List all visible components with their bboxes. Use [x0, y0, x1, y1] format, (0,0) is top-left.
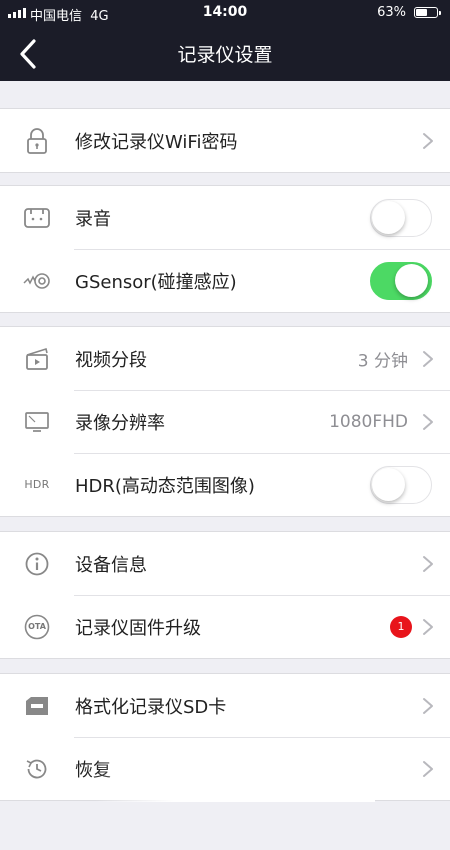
settings-row[interactable]: OTA 记录仪固件升级 1: [0, 595, 450, 658]
settings-row-label: 记录仪固件升级: [75, 617, 201, 639]
clapperboard-icon: [22, 344, 52, 374]
page-title: 记录仪设置: [177, 44, 273, 66]
settings-row-label: HDR(高动态范围图像): [75, 475, 255, 497]
fade-overlay: [95, 742, 375, 802]
hdr-icon: HDR: [22, 470, 52, 500]
chevron-right-icon: [422, 132, 434, 150]
settings-row[interactable]: 录像分辨率 1080FHD: [0, 390, 450, 453]
settings-group: 修改记录仪WiFi密码: [0, 108, 450, 173]
chevron-right-icon: [422, 413, 434, 431]
settings-row[interactable]: 视频分段 3 分钟: [0, 327, 450, 390]
monitor-icon: [22, 407, 52, 437]
battery-fill: [416, 9, 427, 16]
settings-row[interactable]: 设备信息: [0, 532, 450, 595]
status-bar: 中国电信 4G 14:00 63%: [0, 0, 450, 26]
ota-icon-text: OTA: [28, 622, 46, 631]
chevron-right-icon: [422, 555, 434, 573]
lock-icon: [22, 126, 52, 156]
info-icon: [22, 549, 52, 579]
settings-group: 设备信息 OTA 记录仪固件升级 1: [0, 531, 450, 659]
toggle-knob: [372, 467, 405, 501]
toggle-knob: [372, 200, 405, 234]
chevron-right-icon: [422, 697, 434, 715]
toggle-switch[interactable]: [370, 261, 432, 300]
toggle-switch[interactable]: [370, 465, 432, 504]
battery-percent: 63%: [377, 5, 406, 20]
settings-row-label: 视频分段: [75, 349, 147, 371]
update-badge: 1: [390, 615, 412, 638]
settings-row-label: 格式化记录仪SD卡: [75, 696, 227, 718]
settings-row[interactable]: 修改记录仪WiFi密码: [0, 109, 450, 172]
toggle-knob: [395, 263, 428, 297]
settings-row: GSensor(碰撞感应): [0, 249, 450, 312]
settings-row-value: 3 分钟: [357, 351, 408, 371]
gsensor-icon: [22, 266, 52, 296]
settings-row-label: GSensor(碰撞感应): [75, 271, 237, 293]
chevron-right-icon: [422, 618, 434, 636]
toggle-switch[interactable]: [370, 198, 432, 237]
history-icon: [22, 754, 52, 784]
settings-row-label: 录音: [75, 208, 111, 230]
header-bar: 中国电信 4G 14:00 63% 记录仪设置: [0, 0, 450, 81]
chevron-right-icon: [422, 350, 434, 368]
ota-icon: OTA: [22, 612, 52, 642]
settings-row-value: 1080FHD: [329, 411, 408, 432]
microphone-icon: [22, 203, 52, 233]
settings-group: 视频分段 3 分钟录像分辨率 1080FHD HDR HDR(高动态范围图像): [0, 326, 450, 517]
settings-row: HDR HDR(高动态范围图像): [0, 453, 450, 516]
hdr-icon-text: HDR: [24, 478, 50, 491]
settings-row-label: 修改记录仪WiFi密码: [75, 131, 238, 153]
settings-row: 录音: [0, 186, 450, 249]
chevron-right-icon: [422, 760, 434, 778]
settings-row[interactable]: 格式化记录仪SD卡: [0, 674, 450, 737]
sd-card-icon: [22, 691, 52, 721]
settings-group: 录音 GSensor(碰撞感应): [0, 185, 450, 313]
settings-row-label: 设备信息: [75, 554, 147, 576]
settings-row-label: 录像分辨率: [75, 412, 165, 434]
battery-icon: [414, 7, 441, 18]
